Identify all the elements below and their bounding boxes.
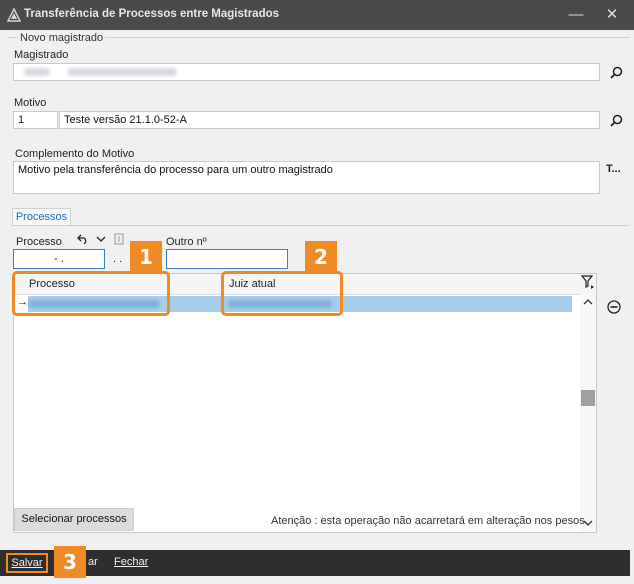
motivo-label: Motivo — [14, 97, 47, 109]
motivo-text-field[interactable]: Teste versão 21.1.0-52-A — [59, 111, 600, 129]
callout-badge-3: 3 — [54, 546, 86, 578]
redacted-code — [24, 68, 50, 77]
filter-button[interactable] — [579, 273, 597, 291]
dialog-body: Novo magistrado Magistrado Motivo 1 Test… — [0, 30, 634, 550]
document-button[interactable] — [112, 232, 126, 246]
select-processes-button[interactable]: Selecionar processos — [14, 508, 134, 531]
search-magistrado-button[interactable] — [607, 63, 625, 81]
scroll-thumb[interactable] — [581, 390, 595, 406]
search-icon — [609, 114, 622, 127]
warning-text: Atenção : esta operação não acarretará e… — [271, 515, 588, 527]
processo-dots: . . — [113, 253, 123, 265]
tab-divider — [12, 225, 629, 226]
chevron-down-icon — [96, 236, 106, 242]
search-motivo-button[interactable] — [607, 111, 625, 129]
app-logo-icon — [7, 8, 21, 22]
tab-processos[interactable]: Processos — [12, 208, 71, 226]
complemento-textarea[interactable]: Motivo pela transferência do processo pa… — [13, 161, 600, 194]
footer-bar: Salvar ar Fechar — [0, 550, 630, 576]
outro-numero-input[interactable] — [166, 249, 288, 269]
remove-row-button[interactable] — [605, 298, 623, 316]
cancel-button[interactable]: ar — [88, 556, 98, 568]
window-title: Transferência de Processos entre Magistr… — [24, 8, 280, 20]
complemento-label: Complemento do Motivo — [15, 148, 135, 160]
motivo-code-field[interactable]: 1 — [13, 111, 58, 129]
outro-label: Outro nº — [166, 236, 207, 248]
processo-label: Processo — [16, 236, 62, 248]
close-icon: ✕ — [605, 6, 619, 23]
document-icon — [114, 233, 124, 245]
filter-icon — [581, 275, 594, 289]
text-editor-button[interactable]: T... — [606, 163, 621, 175]
minus-circle-icon — [607, 300, 621, 314]
minimize-button[interactable]: — — [566, 6, 586, 24]
callout-badge-1: 1 — [130, 241, 162, 273]
save-button[interactable]: Salvar — [6, 553, 48, 573]
search-icon — [609, 66, 622, 79]
redacted-name — [67, 68, 178, 77]
new-magistrate-legend: Novo magistrado — [18, 32, 106, 44]
close-dialog-button[interactable]: Fechar — [114, 556, 148, 568]
grid-scrollbar[interactable] — [580, 294, 596, 532]
undo-icon — [77, 234, 87, 244]
callout-badge-2: 2 — [305, 241, 337, 273]
close-button[interactable]: ✕ — [602, 6, 622, 24]
minimize-icon: — — [568, 6, 584, 23]
processo-input[interactable]: - . — [13, 249, 105, 269]
scroll-up-icon[interactable] — [583, 299, 593, 305]
callout-box-1 — [12, 271, 170, 316]
callout-box-2 — [221, 271, 343, 316]
magistrado-label: Magistrado — [14, 49, 69, 61]
magistrado-field[interactable] — [13, 63, 600, 81]
title-bar: Transferência de Processos entre Magistr… — [0, 0, 634, 30]
chevron-down-button[interactable] — [94, 232, 108, 246]
undo-button[interactable] — [76, 232, 90, 246]
